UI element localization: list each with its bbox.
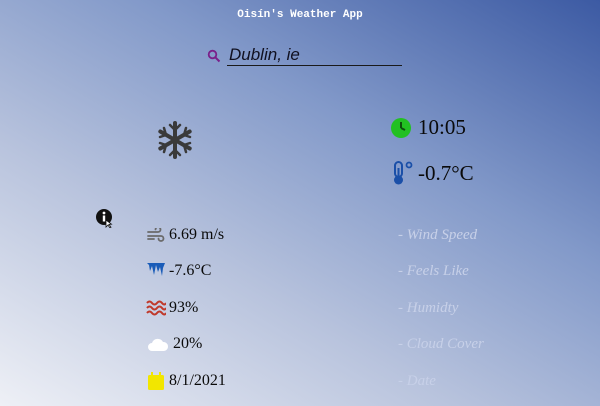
wind-icon <box>147 228 165 242</box>
icicles-icon <box>147 263 165 276</box>
humidity-label: - Humidty <box>398 300 459 316</box>
clock-icon <box>391 117 411 138</box>
search-bar <box>205 44 402 68</box>
cloud-cover-row: 20% <box>146 334 202 354</box>
cloud-cover-value: 20% <box>173 335 203 352</box>
wind-speed-row: 6.69 m/s <box>146 225 224 245</box>
current-time: 10:05 <box>390 115 466 140</box>
wind-speed-value: 6.69 m/s <box>169 226 225 243</box>
city-search-input[interactable] <box>227 44 402 66</box>
current-temperature: -0.7°C <box>390 160 474 186</box>
humidity-row: 93% <box>146 298 198 318</box>
feels-like-label: - Feels Like <box>398 263 469 279</box>
info-icon[interactable] <box>95 208 113 228</box>
temperature-value: -0.7°C <box>418 160 474 185</box>
app-title: Oisín's Weather App <box>237 9 363 21</box>
snowflake-icon <box>158 121 192 159</box>
feels-like-value: -7.6°C <box>169 262 212 279</box>
calendar-icon <box>148 372 164 390</box>
cloud-cover-label: - Cloud Cover <box>398 336 484 352</box>
date-row: 8/1/2021 <box>146 371 226 391</box>
humidity-value: 93% <box>169 299 199 316</box>
time-value: 10:05 <box>418 115 466 139</box>
humidity-waves-icon <box>146 300 166 316</box>
feels-like-row: -7.6°C <box>146 261 211 281</box>
date-label: - Date <box>398 373 436 389</box>
wind-speed-label: - Wind Speed <box>398 227 478 243</box>
search-icon[interactable] <box>207 49 221 63</box>
date-value: 8/1/2021 <box>169 372 226 389</box>
thermometer-icon <box>394 161 413 185</box>
cloud-icon <box>148 338 169 351</box>
